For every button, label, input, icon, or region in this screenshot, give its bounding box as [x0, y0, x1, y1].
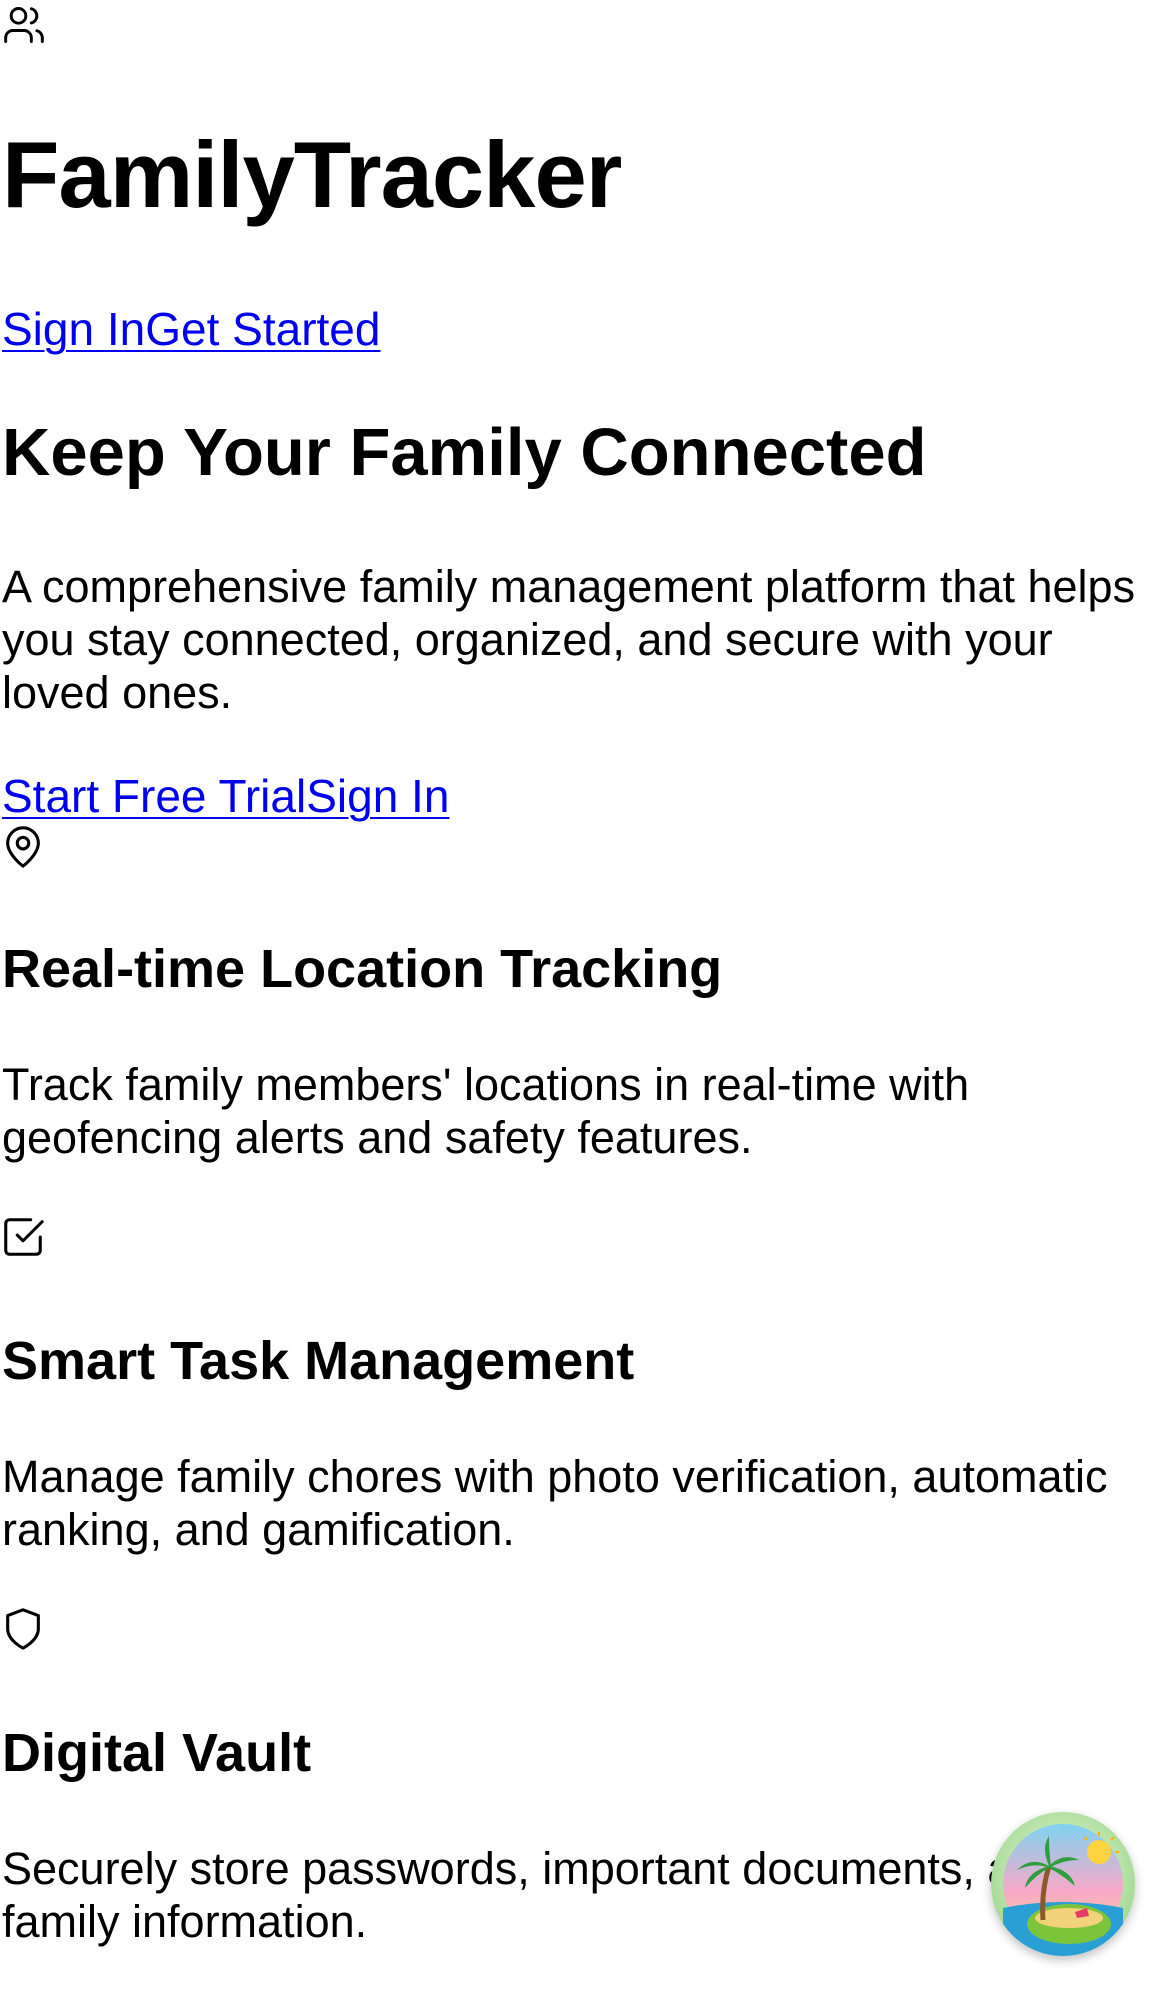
- feature-description: Manage family chores with photo verifica…: [2, 1451, 1108, 1555]
- feature-title: Smart Task Management: [2, 1331, 635, 1391]
- header-nav: Sign InGet Started: [2, 306, 380, 352]
- palm-island-icon: [1003, 1824, 1123, 1956]
- sign-in-link[interactable]: Sign In: [2, 303, 145, 355]
- get-started-link[interactable]: Get Started: [145, 303, 380, 355]
- floating-assistant-button[interactable]: [991, 1812, 1135, 1956]
- feature-title: Digital Vault: [2, 1723, 312, 1783]
- brand-title: FamilyTracker: [2, 122, 622, 227]
- feature-title: Real-time Location Tracking: [2, 939, 723, 999]
- start-free-trial-link[interactable]: Start Free Trial: [2, 770, 306, 822]
- feature-description: Track family members' locations in real-…: [2, 1059, 970, 1163]
- check-square-icon: [0, 1214, 46, 1260]
- hero-title: Keep Your Family Connected: [2, 415, 927, 490]
- landing-page: FamilyTracker Sign InGet Started Keep Yo…: [0, 0, 1170, 1992]
- hero-cta: Start Free TrialSign In: [2, 773, 449, 819]
- hero-sign-in-link[interactable]: Sign In: [306, 770, 449, 822]
- map-pin-icon: [0, 822, 46, 872]
- users-icon: [0, 3, 48, 47]
- hero-description: A comprehensive family management platfo…: [2, 561, 1136, 718]
- shield-icon: [0, 1606, 46, 1652]
